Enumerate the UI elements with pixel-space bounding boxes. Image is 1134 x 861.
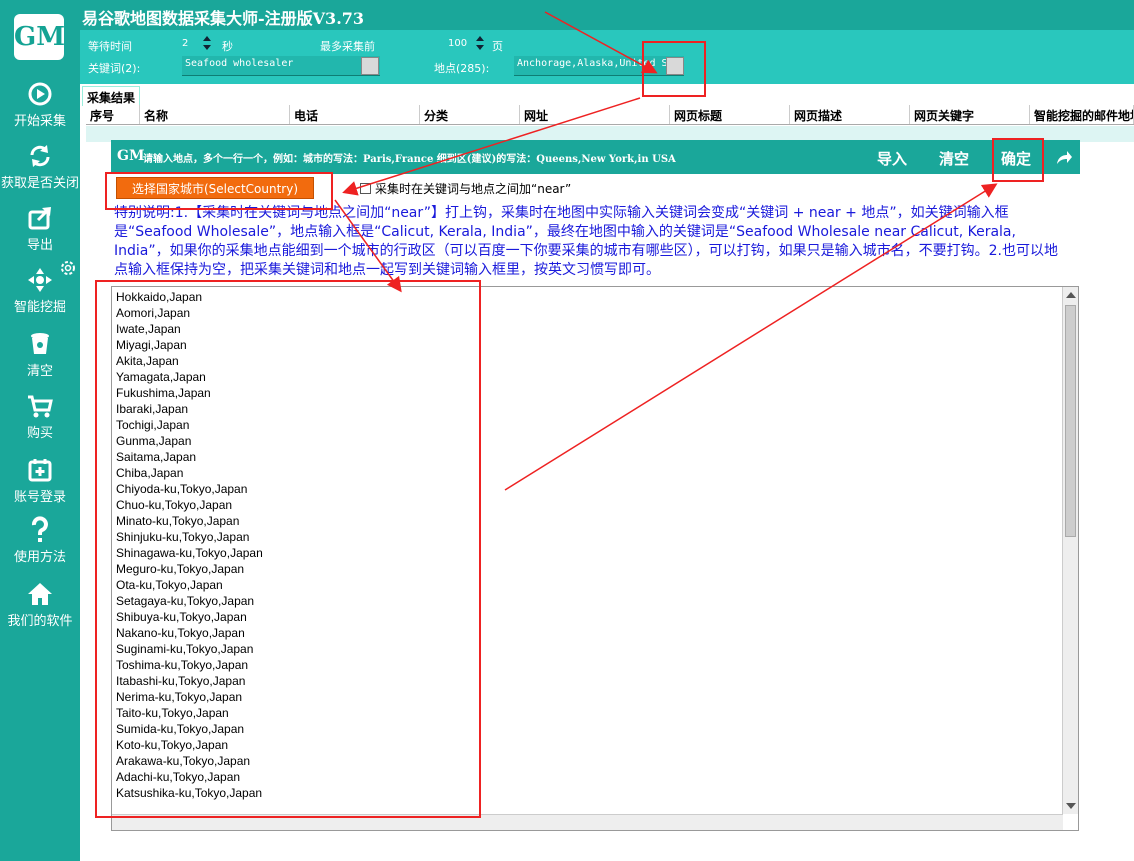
column-header[interactable]: 网址 [520, 105, 670, 124]
wait-value[interactable]: 2 [182, 38, 188, 49]
wait-unit: 秒 [222, 40, 233, 53]
column-header[interactable]: 网页描述 [790, 105, 910, 124]
sidebar-item-label: 清空 [26, 364, 53, 379]
tab-results[interactable]: 采集结果 [82, 86, 141, 106]
import-button[interactable]: 导入 [877, 148, 907, 169]
vertical-scrollbar[interactable] [1062, 287, 1078, 814]
scroll-thumb[interactable] [1065, 305, 1076, 537]
max-pages-label: 最多采集前 [320, 40, 375, 53]
cart-icon [28, 395, 53, 418]
dialog-logo: GM [117, 148, 145, 164]
sidebar-item-label: 获取是否关闭 [0, 176, 79, 191]
keyword-edit-button[interactable] [361, 57, 379, 75]
column-header[interactable]: 智能挖掘的邮件地址 [1030, 105, 1134, 124]
export-icon [28, 207, 51, 230]
wait-stepper[interactable] [202, 35, 212, 51]
sidebar-item-label: 智能挖掘 [13, 300, 66, 315]
instructions-note: 特别说明:1.【采集时在关键词与地点之间加“near”】打上钩，采集时在地图中实… [114, 205, 1058, 278]
share-icon[interactable] [1055, 148, 1073, 166]
sidebar-item-mining[interactable]: 智能挖掘 [0, 266, 80, 315]
scroll-down-icon[interactable] [1066, 803, 1076, 809]
location-dialog-toolbar: GM 请输入地点，多个一行一个，例如：城市的写法：Paris,France 细到… [111, 140, 1080, 174]
app-title: 易谷歌地图数据采集大师-注册版V3.73 [82, 9, 365, 28]
sidebar: GM 开始采集 获取是否关闭 导出 智能挖掘 清空 购买 账号登录 使用方法 我… [0, 0, 80, 861]
sidebar-item-start[interactable]: 开始采集 [0, 80, 80, 129]
sidebar-item-label: 使用方法 [13, 550, 66, 565]
column-header[interactable]: 网页标题 [670, 105, 790, 124]
sidebar-item-refresh[interactable]: 获取是否关闭 [0, 142, 80, 191]
column-header[interactable]: 电话 [290, 105, 420, 124]
keyword-input[interactable]: Seafood wholesaler [182, 56, 380, 76]
sidebar-item-clear[interactable]: 清空 [0, 330, 80, 379]
sidebar-item-help[interactable]: 使用方法 [0, 516, 80, 565]
refresh-icon [30, 145, 50, 167]
home-icon [28, 583, 52, 605]
settings-panel: 等待时间 2 秒 最多采集前 100 页 关键词(2): Seafood who… [80, 30, 1134, 84]
sidebar-item-buy[interactable]: 购买 [0, 392, 80, 441]
sidebar-item-login[interactable]: 账号登录 [0, 456, 80, 505]
sidebar-item-label: 我们的软件 [7, 614, 73, 629]
app-window: GM 开始采集 获取是否关闭 导出 智能挖掘 清空 购买 账号登录 使用方法 我… [0, 0, 1134, 861]
sidebar-item-our-software[interactable]: 我们的软件 [0, 580, 80, 629]
column-header[interactable]: 序号 [86, 105, 140, 124]
question-icon [32, 516, 48, 542]
checkbox-box[interactable] [360, 183, 371, 194]
keyword-label: 关键词(2): [88, 62, 141, 75]
sidebar-item-export[interactable]: 导出 [0, 204, 80, 253]
column-header[interactable]: 网页关键字 [910, 105, 1030, 124]
annotation-box-location [642, 41, 706, 97]
sidebar-item-label: 购买 [26, 426, 53, 441]
title-bar: 易谷歌地图数据采集大师-注册版V3.73 [80, 0, 1134, 30]
annotation-box-select-country [105, 172, 333, 210]
mining-icon [28, 268, 52, 292]
sidebar-item-label: 账号登录 [13, 490, 66, 505]
max-pages-unit: 页 [492, 40, 503, 53]
near-checkbox-label: 采集时在关键词与地点之间加“near” [375, 182, 572, 196]
max-pages-stepper[interactable] [475, 35, 485, 51]
calendar-plus-icon [28, 459, 52, 482]
wait-label: 等待时间 [88, 40, 132, 53]
sidebar-item-label: 开始采集 [13, 114, 66, 129]
column-header[interactable]: 名称 [140, 105, 290, 124]
near-checkbox[interactable]: 采集时在关键词与地点之间加“near” [360, 180, 571, 197]
max-pages-value[interactable]: 100 [448, 38, 467, 49]
clear-button[interactable]: 清空 [939, 148, 969, 169]
results-header: 序号 名称 电话 分类 网址 网页标题 网页描述 网页关键字 智能挖掘的邮件地址 [86, 105, 1134, 125]
dialog-hint: 请输入地点，多个一行一个，例如：城市的写法：Paris,France 细到区(建… [143, 154, 676, 165]
location-label: 地点(285): [434, 62, 490, 75]
column-header[interactable]: 分类 [420, 105, 520, 124]
annotation-box-locations [95, 280, 481, 818]
sidebar-item-label: 导出 [26, 238, 53, 253]
trash-icon [31, 333, 49, 354]
play-icon [28, 82, 52, 106]
scroll-up-icon[interactable] [1066, 292, 1076, 298]
annotation-box-confirm [992, 138, 1044, 182]
app-logo: GM [14, 14, 65, 60]
